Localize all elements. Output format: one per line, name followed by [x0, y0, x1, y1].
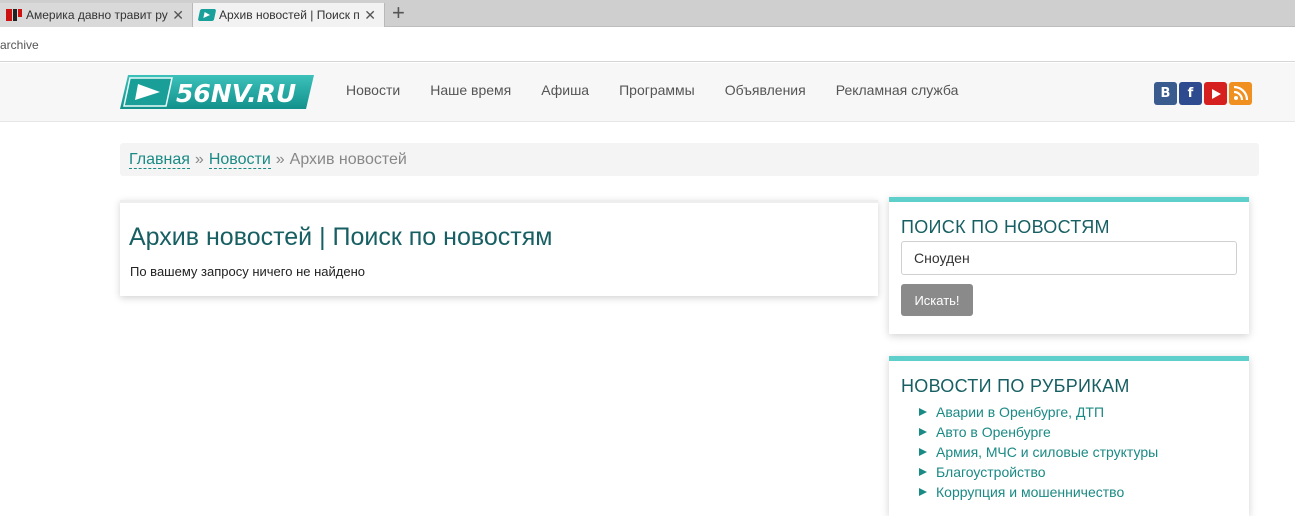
close-tab-icon[interactable]: ✕ — [364, 7, 376, 24]
main-nav: Новости Наше время Афиша Программы Объяв… — [346, 82, 988, 98]
breadcrumb-news-link[interactable]: Новости — [208, 151, 271, 169]
rubrics-widget: НОВОСТИ ПО РУБРИКАМ Аварии в Оренбурге, … — [889, 356, 1249, 516]
rubrics-list: Аварии в Оренбурге, ДТП Авто в Оренбурге… — [919, 402, 1158, 502]
tab-title: Америка давно травит ру — [26, 8, 168, 22]
nav-item-afisha[interactable]: Афиша — [541, 82, 589, 98]
breadcrumb-separator: » — [194, 151, 204, 168]
logo-graphic: 56NV.RU — [120, 75, 314, 109]
rubric-label: Авто в Оренбурге — [936, 424, 1051, 440]
logo-text: 56NV.RU — [176, 79, 296, 108]
search-button[interactable]: Искать! — [901, 284, 973, 316]
browser-tab[interactable]: Америка давно травит ру ✕ — [0, 3, 192, 27]
facebook-icon[interactable]: f — [1179, 82, 1202, 105]
play-icon — [1211, 88, 1221, 99]
site-header: 56NV.RU Новости Наше время Афиша Програм… — [0, 63, 1295, 122]
url-text: archive — [0, 38, 39, 52]
address-bar: archive — [0, 28, 1295, 62]
tab-title: Архив новостей | Поиск п — [219, 8, 360, 22]
nav-item-advertising-service[interactable]: Рекламная служба — [836, 82, 959, 98]
rubric-label: Армия, МЧС и силовые структуры — [936, 444, 1159, 460]
widget-title: ПОИСК ПО НОВОСТЯМ — [901, 217, 1110, 237]
breadcrumb-current: Архив новостей — [289, 151, 407, 168]
youtube-icon[interactable] — [1204, 82, 1227, 105]
site-logo[interactable]: 56NV.RU — [120, 75, 314, 109]
nav-item-our-time[interactable]: Наше время — [430, 82, 511, 98]
widget-title: НОВОСТИ ПО РУБРИКАМ — [901, 376, 1130, 396]
news-search-widget: ПОИСК ПО НОВОСТЯМ Искать! — [889, 197, 1249, 334]
rubric-item[interactable]: Благоустройство — [919, 462, 1158, 482]
browser-tab-bar: Америка давно травит ру ✕ Архив новостей… — [0, 0, 1295, 27]
search-input[interactable] — [901, 241, 1237, 275]
new-tab-button[interactable]: + — [392, 2, 405, 24]
no-results-message: По вашему запросу ничего не найдено — [130, 264, 365, 279]
breadcrumb-home-link[interactable]: Главная — [129, 151, 190, 169]
browser-tab-active[interactable]: Архив новостей | Поиск п ✕ — [192, 3, 385, 27]
rubric-label: Аварии в Оренбурге, ДТП — [936, 404, 1105, 420]
rubric-item[interactable]: Авто в Оренбурге — [919, 422, 1158, 442]
rubric-item[interactable]: Армия, МЧС и силовые структуры — [919, 442, 1158, 462]
breadcrumb: Главная» Новости» Архив новостей — [120, 143, 1259, 176]
vk-icon[interactable]: B — [1154, 82, 1177, 105]
social-links: B f — [1154, 82, 1252, 105]
url-field[interactable] — [0, 32, 1295, 56]
bullet-arrow-icon — [919, 488, 927, 496]
rss-icon[interactable] — [1229, 82, 1252, 105]
rss-glyph-icon — [1233, 86, 1248, 101]
search-results-panel: Архив новостей | Поиск по новостям По ва… — [120, 200, 878, 296]
close-tab-icon[interactable]: ✕ — [172, 7, 184, 24]
page-title: Архив новостей | Поиск по новостям — [129, 223, 553, 251]
rubric-item[interactable]: Коррупция и мошенничество — [919, 482, 1158, 502]
bullet-arrow-icon — [919, 428, 927, 436]
bullet-arrow-icon — [919, 448, 927, 456]
rubric-label: Благоустройство — [936, 464, 1046, 480]
nav-item-programs[interactable]: Программы — [619, 82, 695, 98]
rubric-label: Коррупция и мошенничество — [936, 484, 1125, 500]
nav-item-ads[interactable]: Объявления — [725, 82, 806, 98]
bullet-arrow-icon — [919, 468, 927, 476]
56nv-favicon-icon — [197, 9, 217, 21]
news-favicon-icon — [6, 8, 22, 22]
rubric-item[interactable]: Аварии в Оренбурге, ДТП — [919, 402, 1158, 422]
nav-item-news[interactable]: Новости — [346, 82, 400, 98]
breadcrumb-separator: » — [275, 151, 285, 168]
bullet-arrow-icon — [919, 408, 927, 416]
